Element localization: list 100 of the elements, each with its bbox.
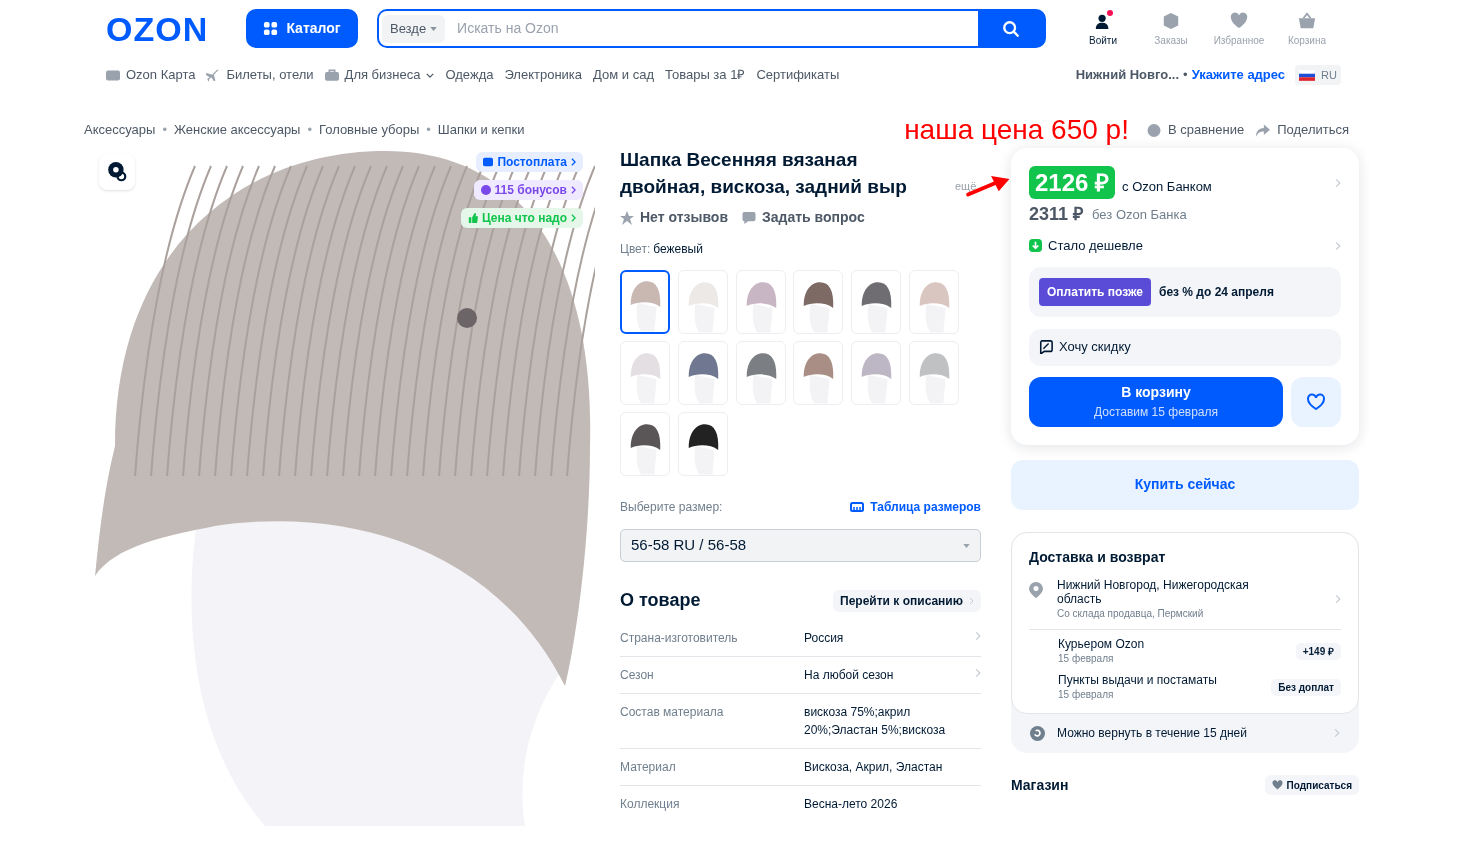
spec-value: вискоза 75%;акрил 20%;Эластан 5%;вискоза xyxy=(804,704,947,739)
share-link[interactable]: Поделиться xyxy=(1256,120,1349,140)
section-title: О товаре xyxy=(620,589,701,612)
chevron-icon xyxy=(571,214,576,222)
heart-icon xyxy=(1230,11,1248,30)
share-icon xyxy=(1256,123,1271,137)
chevron-icon xyxy=(1334,728,1340,738)
image-search-button[interactable] xyxy=(99,154,135,190)
chevron-icon xyxy=(975,631,981,641)
breadcrumb-link[interactable]: Шапки и кепки xyxy=(437,120,525,140)
catalog-button[interactable]: Каталог xyxy=(246,9,358,48)
spec-value: На любой сезон xyxy=(804,667,895,684)
plane-icon xyxy=(206,68,221,82)
spec-value: Россия xyxy=(804,630,845,647)
delivery-date: 15 февраля xyxy=(1058,651,1115,666)
nav-link[interactable]: Дом и сад xyxy=(593,65,654,85)
breadcrumb-link[interactable]: Женские аксессуары xyxy=(173,120,301,140)
chevron-icon xyxy=(1335,594,1341,604)
nav-link[interactable]: Товары за 1₽ xyxy=(665,65,746,85)
breadcrumb-separator: • xyxy=(162,121,167,140)
nav-link[interactable]: Ozon Карта xyxy=(106,65,196,85)
card-icon xyxy=(483,157,494,167)
size-label: Выберите размер: xyxy=(620,499,723,516)
heart-icon xyxy=(1306,392,1326,411)
nav-link[interactable]: Электроника xyxy=(504,65,583,85)
nav-link[interactable]: Билеты, отели xyxy=(206,65,314,85)
promo-badge[interactable]: Постоплата xyxy=(476,152,583,172)
briefcase-icon xyxy=(324,68,339,82)
chevron-icon xyxy=(1335,177,1341,188)
caret-icon xyxy=(963,543,970,548)
search-icon xyxy=(1002,19,1020,38)
favorite-button[interactable] xyxy=(1291,376,1341,427)
spec-name: Коллекция xyxy=(620,796,681,813)
address-row[interactable]: Нижний Новгород, Нижегородская область Со склада продавца, Пермский xyxy=(1029,577,1341,630)
color-value: бежевый xyxy=(653,241,703,258)
language-button[interactable]: RU xyxy=(1295,65,1341,85)
city-name: Нижний Новго... xyxy=(1075,66,1180,85)
size-table-link[interactable]: Таблица размеров xyxy=(850,498,981,516)
discount-icon xyxy=(1039,340,1053,354)
spec-value: Вискоза, Акрил, Эластан xyxy=(804,759,944,776)
caret-icon xyxy=(430,26,438,31)
search-scope-dropdown[interactable]: Везде xyxy=(382,14,446,43)
box-icon xyxy=(1162,11,1180,30)
price-tag: +149 ₽ xyxy=(1295,642,1341,660)
compare-link[interactable]: В сравнение xyxy=(1146,120,1245,140)
chevron-icon xyxy=(571,158,576,166)
delivery-date: 15 февраля xyxy=(1058,687,1115,702)
chevron-icon xyxy=(1335,240,1341,251)
reviews-link[interactable]: Нет отзывов xyxy=(620,207,728,228)
price-tag: Без доплат xyxy=(1271,678,1341,696)
annotation-text: наша цена 650 р! xyxy=(904,116,1129,144)
spec-name: Материал xyxy=(620,759,677,776)
buy-now-button[interactable]: Купить сейчас xyxy=(1011,459,1359,510)
size-dropdown[interactable]: 56-58 RU / 56-58 xyxy=(620,529,981,562)
nav-link[interactable]: Одежда xyxy=(445,65,494,85)
header-nav-link[interactable]: Войти xyxy=(1069,11,1137,48)
thumbs-up-icon xyxy=(467,213,478,223)
nav-link[interactable]: Для бизнеса xyxy=(324,65,435,85)
flag-icon xyxy=(1299,69,1316,81)
card-icon xyxy=(106,68,120,82)
regular-price: 2311 ₽ xyxy=(1029,203,1084,226)
chat-icon xyxy=(742,211,756,224)
price-drop-link[interactable]: Стало дешевле xyxy=(1029,236,1341,256)
chevron-icon xyxy=(975,668,981,678)
chevron-down-icon xyxy=(426,72,435,78)
spec-name: Состав материала xyxy=(620,704,725,721)
search-field[interactable]: Везде Искать на Ozon xyxy=(379,11,978,46)
subscribe-button[interactable]: Подписаться xyxy=(1264,775,1359,795)
want-discount-button[interactable]: Хочу скидку xyxy=(1029,328,1341,366)
description-link[interactable]: Перейти к описанию xyxy=(833,589,981,612)
spec-name: Страна-изготовитель xyxy=(620,630,739,647)
nav-link[interactable]: Сертификаты xyxy=(756,65,840,85)
spec-name: Сезон xyxy=(620,667,655,684)
basket-icon xyxy=(1298,11,1316,30)
grid-icon xyxy=(263,21,279,36)
location-pin-icon xyxy=(1029,581,1043,598)
color-swatch[interactable] xyxy=(620,270,670,334)
section-title: Магазин xyxy=(1011,775,1069,795)
breadcrumb-link[interactable]: Головные уборы xyxy=(319,120,420,140)
chevron-icon xyxy=(571,186,576,194)
circle-icon xyxy=(1146,123,1161,137)
spec-value: Весна-лето 2026 xyxy=(804,796,899,813)
separator: • xyxy=(1183,66,1188,85)
section-title: Доставка и возврат xyxy=(1029,547,1167,567)
return-icon xyxy=(1030,725,1045,741)
ozon-logo[interactable]: OZON xyxy=(106,11,224,46)
pay-later-button[interactable]: Оплатить позже xyxy=(1039,277,1151,306)
color-label: Цвет: xyxy=(620,241,651,258)
star-icon xyxy=(620,210,634,225)
ask-question-link[interactable]: Задать вопрос xyxy=(742,207,865,228)
breadcrumb-link[interactable]: Аксессуары xyxy=(84,120,156,140)
lens-icon xyxy=(106,161,128,183)
chevron-icon xyxy=(969,596,974,605)
address-link[interactable]: Укажите адрес xyxy=(1191,65,1286,85)
return-policy-link[interactable]: Можно вернуть в течение 15 дней xyxy=(1011,713,1359,753)
delivery-option: Курьером Ozon xyxy=(1058,636,1296,651)
coin-icon xyxy=(480,185,491,195)
breadcrumb-separator: • xyxy=(307,121,313,140)
add-to-cart-button[interactable]: В корзину Доставим 15 февраля xyxy=(1029,376,1283,427)
promo-badge[interactable]: 115 бонусов xyxy=(473,180,583,200)
